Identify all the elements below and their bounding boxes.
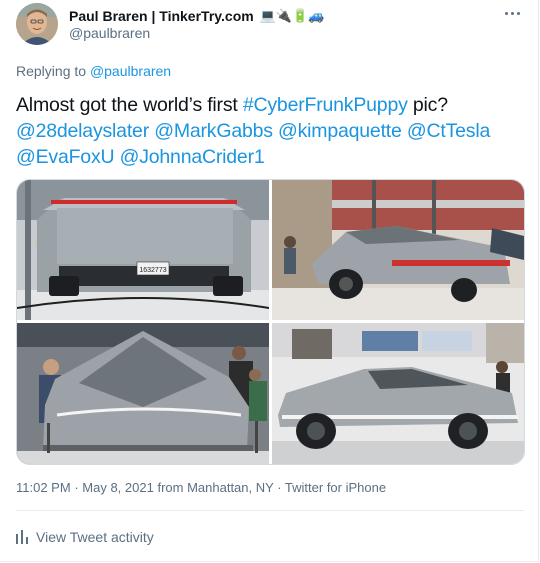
meta-separator: · [74, 480, 79, 495]
mention-link[interactable]: @28delayslater [16, 120, 149, 142]
tweet-time[interactable]: 11:02 PM [16, 480, 71, 495]
tweet-after-hashtag: pic? [407, 94, 448, 116]
replying-to: Replying to @paulbraren [16, 63, 171, 79]
photo-side-angle[interactable] [272, 180, 524, 320]
mention-link[interactable]: @MarkGabbs [154, 120, 273, 142]
media-grid: 1632773 [16, 179, 525, 465]
avatar[interactable] [16, 3, 58, 45]
tweet-text: Almost got the world’s first #CyberFrunk… [16, 92, 526, 170]
avatar-photo [16, 3, 58, 45]
more-dots-icon[interactable] [500, 4, 524, 22]
photo-rear-view[interactable]: 1632773 [17, 180, 269, 320]
view-activity-button[interactable]: View Tweet activity [16, 527, 154, 547]
activity-label: View Tweet activity [36, 529, 154, 545]
replying-prefix: Replying to [16, 63, 87, 79]
tweet-intro: Almost got the world’s first [16, 94, 243, 116]
photo-side-profile[interactable] [272, 323, 524, 464]
mention-link[interactable]: @kimpaquette [278, 120, 402, 142]
photo-front-view[interactable] [17, 323, 269, 464]
meta-separator: · [277, 480, 282, 495]
license-plate: 1632773 [139, 267, 166, 274]
author-display-name[interactable]: Paul Braren | TinkerTry.com [69, 8, 254, 24]
location-prefix: from [157, 480, 184, 495]
divider [16, 510, 524, 511]
author-name-row[interactable]: Paul Braren | TinkerTry.com 💻🔌🔋🚙 [69, 6, 324, 26]
tweet-card: Paul Braren | TinkerTry.com 💻🔌🔋🚙 @paulbr… [0, 0, 539, 562]
hashtag-link[interactable]: #CyberFrunkPuppy [243, 94, 408, 116]
tweet-source[interactable]: Twitter for iPhone [285, 480, 386, 495]
reply-to-link[interactable]: @paulbraren [90, 63, 171, 79]
bar-chart-icon [16, 530, 28, 544]
tweet-location[interactable]: Manhattan, NY [187, 480, 273, 495]
author-handle[interactable]: @paulbraren [69, 25, 150, 41]
media-gutter-horizontal [17, 320, 524, 323]
tweet-meta: 11:02 PM · May 8, 2021 from Manhattan, N… [16, 480, 386, 495]
author-emojis: 💻🔌🔋🚙 [259, 8, 325, 23]
mention-link[interactable]: @EvaFoxU [16, 146, 115, 168]
tweet-date[interactable]: May 8, 2021 [82, 480, 154, 495]
mention-link[interactable]: @CtTesla [407, 120, 490, 142]
mention-link[interactable]: @JohnnaCrider1 [120, 146, 265, 168]
